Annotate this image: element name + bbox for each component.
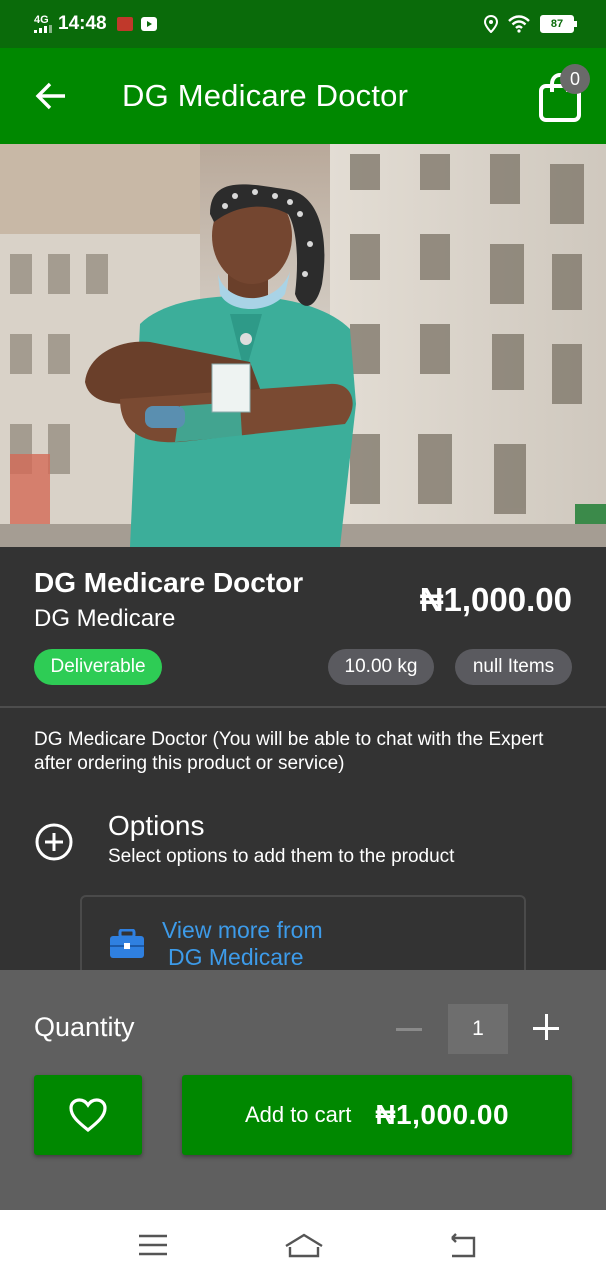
notification-icon <box>116 17 133 31</box>
back-button[interactable] <box>26 71 76 121</box>
back-nav-icon[interactable] <box>446 1232 482 1260</box>
status-time: 14:48 <box>58 13 107 34</box>
add-to-cart-label: Add to cart <box>244 1102 352 1127</box>
quantity-label: Quantity <box>34 1012 135 1042</box>
add-to-cart-price: ₦1,000.00 <box>375 1099 510 1130</box>
product-price: ₦1,000.00 <box>419 581 572 618</box>
cart-button[interactable]: 0 <box>536 64 590 124</box>
minus-icon[interactable] <box>396 1010 424 1046</box>
product-image <box>0 144 606 547</box>
location-icon <box>484 15 498 33</box>
app-bar: DG Medicare Doctor 0 <box>0 48 606 144</box>
menu-icon[interactable] <box>136 1232 172 1260</box>
page-title: DG Medicare Doctor <box>122 78 409 113</box>
deliverable-badge: Deliverable <box>34 649 162 685</box>
plus-icon[interactable] <box>533 1014 561 1042</box>
options-section[interactable]: Options Select options to add them to th… <box>34 808 574 878</box>
items-chip: null Items <box>455 649 572 685</box>
product-info: DG Medicare Doctor DG Medicare ₦1,000.00… <box>0 547 606 707</box>
briefcase-icon <box>110 929 144 958</box>
heart-icon <box>69 1098 107 1133</box>
system-nav-bar <box>0 1210 606 1280</box>
view-more-vendor: DG Medicare <box>168 944 304 970</box>
battery-icon: 87 <box>540 15 577 33</box>
purchase-panel: Quantity 1 Add to cart ₦1,000.00 <box>0 970 606 1210</box>
youtube-icon <box>140 17 157 31</box>
plus-circle-icon <box>35 823 73 861</box>
wifi-icon <box>508 15 530 33</box>
back-arrow-icon <box>35 82 65 110</box>
status-bar: 4G 14:48 87 <box>0 0 606 48</box>
view-more-label: View more from <box>162 917 323 943</box>
quantity-input[interactable]: 1 <box>448 1004 508 1054</box>
options-subtitle: Select options to add them to the produc… <box>108 846 455 867</box>
favorite-button[interactable] <box>34 1075 142 1155</box>
divider <box>0 706 606 708</box>
options-title: Options <box>108 810 205 841</box>
weight-chip: 10.00 kg <box>328 649 434 685</box>
product-name: DG Medicare Doctor <box>34 567 304 598</box>
network-type: 4G <box>34 14 49 26</box>
home-icon[interactable] <box>284 1232 324 1260</box>
battery-level: 87 <box>550 18 564 30</box>
product-vendor: DG Medicare <box>34 605 176 632</box>
signal-icon: 4G <box>34 15 52 33</box>
product-description: DG Medicare Doctor (You will be able to … <box>34 729 544 774</box>
cart-count-badge: 0 <box>560 64 590 94</box>
add-to-cart-button[interactable]: Add to cart ₦1,000.00 <box>182 1075 572 1155</box>
